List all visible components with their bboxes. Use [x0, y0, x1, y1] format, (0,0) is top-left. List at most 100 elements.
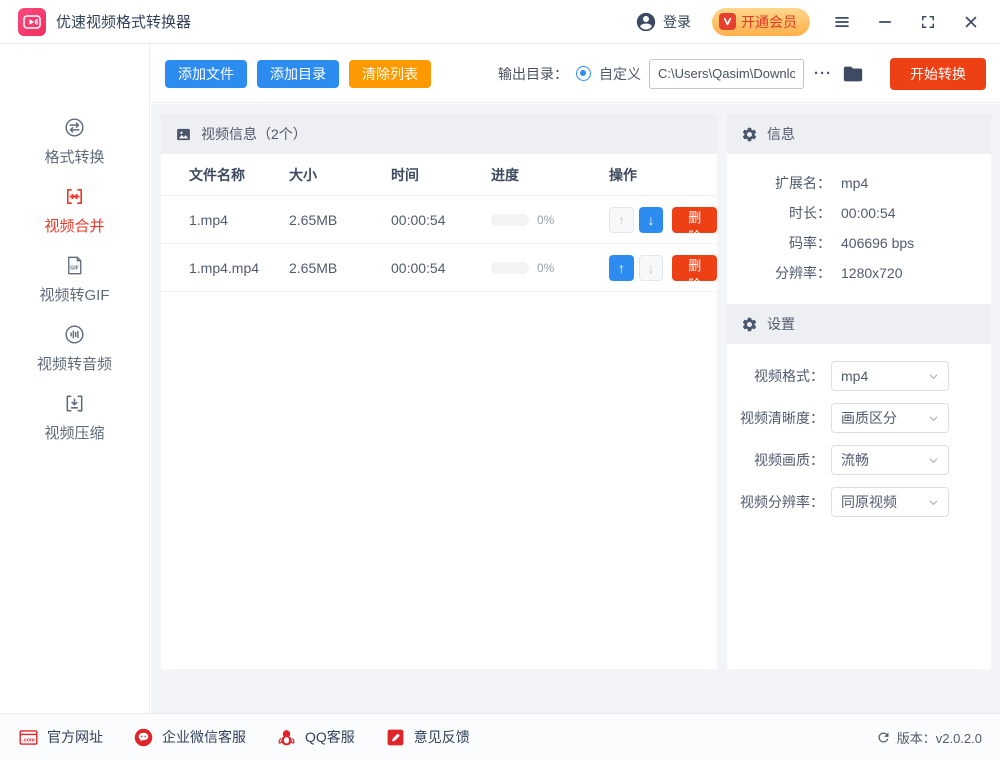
chevron-down-icon: [929, 416, 938, 421]
custom-radio[interactable]: [576, 66, 591, 81]
move-down-button[interactable]: ↓: [638, 254, 664, 281]
setting-label: 视频清晰度：: [740, 410, 824, 426]
sidebar-item-video-compress[interactable]: 视频压缩: [20, 391, 130, 443]
feedback-icon: [387, 729, 404, 745]
progress-label: 0%: [537, 260, 555, 275]
vip-button[interactable]: 开通会员: [712, 7, 810, 36]
file-size: 2.65MB: [289, 211, 338, 228]
move-up-button[interactable]: ↑: [609, 254, 634, 281]
info-row-duration: 时长： 00:00:54: [727, 198, 991, 228]
minimize-icon[interactable]: [874, 11, 896, 33]
close-icon[interactable]: [960, 11, 982, 33]
info-value: 1280x720: [841, 265, 903, 281]
chevron-down-icon: [929, 458, 938, 463]
video-clarity-select[interactable]: 画质区分: [831, 403, 949, 433]
info-label: 码率：: [789, 235, 831, 251]
sidebar-item-format-convert[interactable]: 格式转换: [20, 115, 130, 167]
video-to-gif-icon: GIF: [68, 256, 82, 274]
info-fields: 扩展名： mp4 时长： 00:00:54 码率： 406696 bps 分辨率…: [727, 154, 991, 304]
delete-button[interactable]: 删除: [672, 206, 718, 244]
setting-label: 视频画质：: [754, 452, 824, 468]
footer-link-label: QQ客服: [305, 729, 355, 745]
info-label: 扩展名：: [775, 175, 831, 191]
move-up-button[interactable]: ↑: [609, 206, 634, 233]
sidebar-item-label: 格式转换: [44, 148, 105, 166]
browse-more-button[interactable]: ···: [812, 65, 834, 82]
col-size: 大小: [289, 166, 317, 183]
add-folder-button[interactable]: 添加目录: [257, 59, 339, 88]
qq-support-link[interactable]: QQ客服: [276, 727, 355, 748]
delete-button[interactable]: 删除: [672, 254, 718, 292]
app-logo-icon: [18, 7, 46, 36]
output-path-input[interactable]: [649, 58, 804, 89]
video-merge-icon: [66, 188, 83, 204]
row-actions: ↑ ↓ 删除: [609, 206, 718, 244]
maximize-icon[interactable]: [917, 11, 939, 33]
video-info-title: 视频信息（2个）: [201, 126, 307, 142]
vip-label: 开通会员: [741, 13, 797, 30]
setting-row-clarity: 视频清晰度： 画质区分: [727, 403, 991, 433]
open-folder-icon[interactable]: [842, 63, 864, 85]
sidebar-item-video-to-audio[interactable]: 视频转音频: [20, 322, 130, 374]
video-quality-select[interactable]: 流畅: [831, 445, 949, 475]
file-name: 1.mp4.mp4: [189, 259, 260, 276]
sidebar: 格式转换 视频合并 GIF 视频转GIF 视频转音频 视频压缩: [0, 45, 150, 713]
official-website-link[interactable]: .com 官方网址: [18, 727, 103, 748]
file-name: 1.mp4: [189, 211, 228, 228]
table-row: 1.mp4.mp4 2.65MB 00:00:54 0% ↑ ↓ 删除: [161, 244, 718, 292]
progress-bar: [491, 213, 529, 226]
user-icon: [636, 12, 656, 31]
file-duration: 00:00:54: [391, 211, 446, 228]
info-row-extension: 扩展名： mp4: [727, 168, 991, 198]
col-file-name: 文件名称: [189, 166, 245, 183]
version-label: 版本：v2.0.2.0: [896, 730, 982, 746]
start-convert-button[interactable]: 开始转换: [890, 57, 986, 90]
settings-panel-header: 设置: [727, 304, 991, 344]
file-size: 2.65MB: [289, 259, 338, 276]
setting-label: 视频分辨率：: [740, 494, 824, 510]
gear-icon: [742, 317, 757, 331]
chevron-down-icon: [929, 374, 938, 379]
progress-label: 0%: [537, 212, 555, 227]
video-info-panel: 视频信息（2个） 文件名称 大小 时间 进度 操作 1.mp4 2.65MB 0…: [161, 114, 718, 669]
info-row-bitrate: 码率： 406696 bps: [727, 228, 991, 258]
login-label: 登录: [663, 13, 691, 30]
footer-link-label: 意见反馈: [413, 729, 470, 745]
footer-link-label: 企业微信客服: [162, 729, 246, 745]
video-info-panel-header: 视频信息（2个）: [161, 114, 717, 154]
setting-row-quality: 视频画质： 流畅: [727, 445, 991, 475]
video-to-audio-icon: [65, 324, 84, 344]
footer: .com 官方网址 企业微信客服 QQ客服 意见反馈 版本：v2.0.2.0: [0, 713, 1000, 760]
progress-bar: [491, 261, 529, 274]
wechat-support-link[interactable]: 企业微信客服: [133, 727, 246, 748]
login-button[interactable]: 登录: [635, 11, 691, 33]
video-compress-icon: [66, 395, 83, 411]
info-value: 00:00:54: [841, 205, 896, 221]
clear-list-button[interactable]: 清除列表: [349, 59, 431, 88]
titlebar: 优速视频格式转换器 登录 开通会员: [0, 0, 1000, 44]
video-format-select[interactable]: mp4: [831, 361, 949, 391]
info-value: 406696 bps: [841, 235, 915, 251]
menu-icon[interactable]: [831, 11, 853, 33]
settings-fields: 视频格式： mp4 视频清晰度： 画质区分 视频画质： 流畅 视频分辨率： 同原…: [727, 344, 991, 534]
svg-text:GIF: GIF: [70, 265, 80, 271]
website-icon: .com: [19, 729, 38, 745]
setting-row-resolution: 视频分辨率： 同原视频: [727, 487, 991, 517]
image-icon: [177, 128, 190, 140]
select-value: mp4: [841, 368, 869, 384]
sidebar-item-video-merge[interactable]: 视频合并: [20, 184, 130, 236]
table-row: 1.mp4 2.65MB 00:00:54 0% ↑ ↓ 删除: [161, 196, 718, 244]
move-down-button[interactable]: ↓: [638, 206, 664, 233]
col-progress: 进度: [491, 166, 519, 183]
video-resolution-select[interactable]: 同原视频: [831, 487, 949, 517]
svg-text:.com: .com: [22, 737, 35, 743]
sidebar-item-video-to-gif[interactable]: GIF 视频转GIF: [20, 253, 130, 305]
right-panel: 信息 扩展名： mp4 时长： 00:00:54 码率： 406696 bps …: [727, 114, 991, 669]
content-area: 视频信息（2个） 文件名称 大小 时间 进度 操作 1.mp4 2.65MB 0…: [151, 104, 1000, 713]
file-duration: 00:00:54: [391, 259, 446, 276]
info-panel-title: 信息: [767, 126, 795, 142]
sidebar-item-label: 视频合并: [44, 217, 105, 235]
feedback-link[interactable]: 意见反馈: [385, 727, 470, 748]
add-file-button[interactable]: 添加文件: [165, 59, 247, 88]
chevron-down-icon: [929, 500, 938, 505]
